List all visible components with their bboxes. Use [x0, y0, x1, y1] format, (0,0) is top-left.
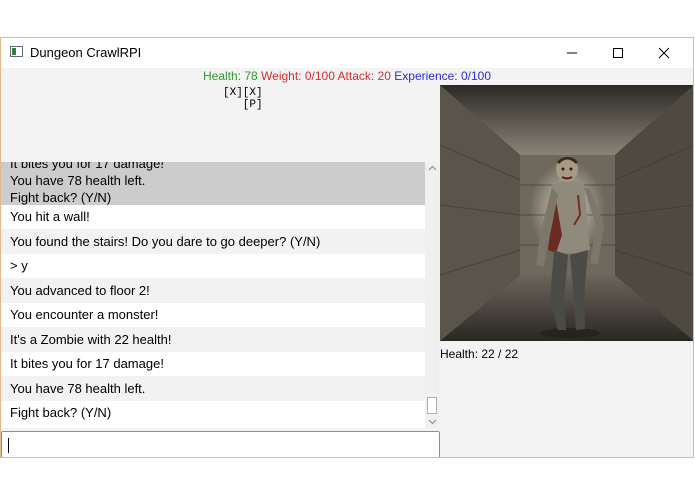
log-line: You have 78 health left.: [10, 173, 146, 188]
log-entry[interactable]: You advanced to floor 2!: [1, 278, 425, 303]
chevron-up-icon: [428, 165, 436, 171]
log-entry-selected[interactable]: It bites you for 17 damage! You have 78 …: [1, 162, 425, 205]
map-row: [P]: [223, 99, 263, 111]
log-entry[interactable]: It's a Zombie with 22 health!: [1, 327, 425, 352]
text-caret: [8, 438, 9, 453]
minimize-icon: [567, 52, 577, 54]
message-log[interactable]: It bites you for 17 damage! You have 78 …: [1, 162, 425, 428]
maximize-icon: [613, 48, 623, 58]
log-entry[interactable]: You encounter a monster!: [1, 303, 425, 327]
log-entry[interactable]: You hit a wall!: [1, 205, 425, 229]
chevron-down-icon: [428, 419, 436, 425]
app-window: Dungeon CrawlRPI Health: 78 Weight: 0/10…: [0, 37, 694, 458]
map-row: [X][X]: [223, 87, 263, 99]
log-entry[interactable]: > y: [1, 254, 425, 278]
log-line: Fight back? (Y/N): [10, 190, 112, 205]
log-entry[interactable]: It bites you for 17 damage!: [1, 352, 425, 376]
log-scrollbar[interactable]: [425, 162, 439, 428]
command-input[interactable]: [1, 431, 440, 457]
log-entry[interactable]: You found the stairs! Do you dare to go …: [1, 229, 425, 254]
window-title: Dungeon CrawlRPI: [30, 45, 142, 60]
log-entry[interactable]: You have 78 health left.: [1, 376, 425, 401]
title-bar[interactable]: Dungeon CrawlRPI: [1, 38, 693, 68]
maximize-button[interactable]: [595, 38, 641, 68]
scroll-up-button[interactable]: [425, 162, 439, 174]
dungeon-map: [X][X] [P]: [223, 87, 263, 111]
attack-stat: Attack: 20: [337, 69, 391, 83]
enemy-health-label: Health: 22 / 22: [440, 347, 519, 361]
log-entry[interactable]: Fight back? (Y/N): [1, 401, 425, 425]
close-icon: [658, 47, 670, 59]
app-icon: [10, 46, 23, 57]
stats-bar: Health: 78 Weight: 0/100 Attack: 20 Expe…: [1, 69, 693, 83]
minimize-button[interactable]: [549, 38, 595, 68]
enemy-image: [440, 85, 693, 341]
scroll-down-button[interactable]: [425, 416, 439, 428]
log-line: It bites you for 17 damage!: [10, 162, 164, 171]
experience-stat: Experience: 0/100: [394, 69, 491, 83]
close-button[interactable]: [641, 38, 687, 68]
health-stat: Health: 78: [203, 69, 258, 83]
weight-stat: Weight: 0/100: [261, 69, 335, 83]
zombie-image: [440, 85, 693, 341]
scroll-thumb[interactable]: [427, 397, 437, 414]
